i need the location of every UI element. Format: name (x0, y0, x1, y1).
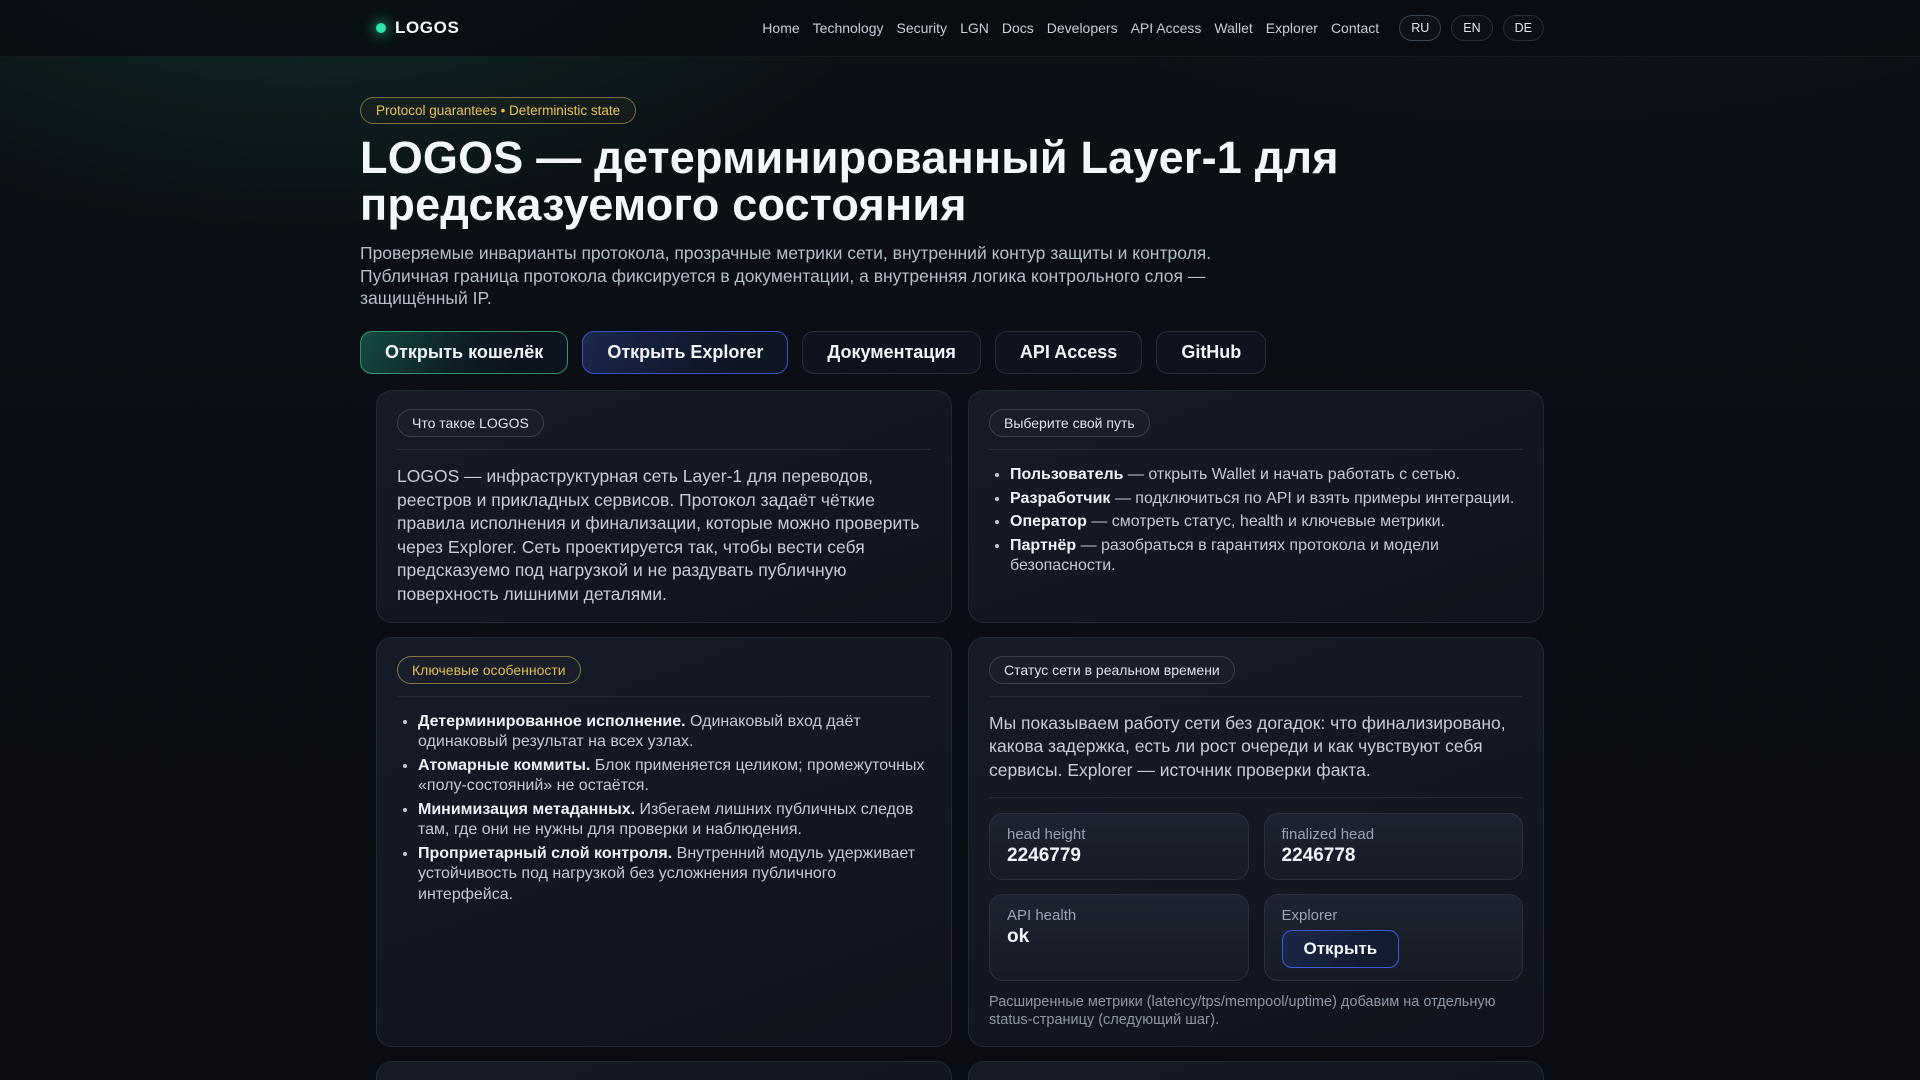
nav-link-explorer[interactable]: Explorer (1266, 20, 1318, 36)
lang-button-de[interactable]: DE (1502, 15, 1544, 41)
page-title-line-2: предсказуемого состояния (360, 178, 967, 230)
brand-name: LOGOS (395, 18, 460, 37)
list-item-term: Разработчик (1010, 489, 1111, 507)
main-content: Protocol guarantees • Deterministic stat… (360, 97, 1544, 1080)
nav-link-wallet[interactable]: Wallet (1214, 20, 1252, 36)
documentation-button[interactable]: Документация (802, 331, 981, 375)
card-status-chip: Статус сети в реальном времени (989, 655, 1235, 684)
metrics-grid: head height 2246779 finalized head 22467… (989, 813, 1523, 982)
card-about: Что такое LOGOS LOGOS — инфраструктурная… (376, 390, 952, 623)
status-footnote: Расширенные метрики (latency/tps/mempool… (989, 994, 1496, 1029)
lang-button-ru[interactable]: RU (1399, 15, 1442, 41)
metric-finalized-head: finalized head 2246778 (1263, 813, 1523, 881)
card-network-status: Статус сети в реальном времени Мы показы… (968, 636, 1544, 1047)
card-paths-chip: Выберите свой путь (989, 409, 1150, 438)
card-developers: Разработчикам (968, 1060, 1544, 1080)
card-status-text: Мы показываем работу сети без догадок: ч… (989, 712, 1506, 780)
card-features-chip: Ключевые особенности (397, 655, 581, 684)
list-item: Детерминированное исполнение. Одинаковый… (418, 712, 931, 753)
page-title: LOGOS — детерминированный Layer-1 для пр… (360, 132, 1544, 230)
metric-head-height: head height 2246779 (989, 813, 1249, 881)
nav-link-api-access[interactable]: API Access (1131, 20, 1202, 36)
metric-value: 2246778 (1281, 845, 1356, 867)
list-item-term: Пользователь (1010, 466, 1124, 484)
list-item-text: — смотреть статус, health и ключевые мет… (1086, 513, 1445, 531)
nav-link-technology[interactable]: Technology (813, 20, 884, 36)
page: { "nav": { "brand": "LOGOS", "links": ["… (0, 0, 1920, 1080)
metric-value: 2246779 (1007, 845, 1081, 867)
top-navigation-bar: LOGOS Home Technology Security LGN Docs … (0, 0, 1920, 57)
hero-section: Protocol guarantees • Deterministic stat… (360, 97, 1544, 375)
list-item-term: Минимизация метаданных. (418, 800, 636, 818)
divider (989, 695, 1523, 697)
nav-link-contact[interactable]: Contact (1331, 20, 1379, 36)
divider (989, 797, 1523, 799)
list-item-term: Атомарные коммиты. (418, 756, 591, 774)
cards-grid: Что такое LOGOS LOGOS — инфраструктурная… (376, 390, 1544, 1080)
api-access-button[interactable]: API Access (994, 331, 1143, 375)
list-item: Проприетарный слой контроля. Внутренний … (418, 844, 931, 905)
hero-actions: Открыть кошелёк Открыть Explorer Докумен… (360, 331, 1544, 375)
card-about-text: LOGOS — инфраструктурная сеть Layer-1 дл… (397, 466, 920, 604)
hero-subtitle-line-3: защищённый IP. (360, 288, 492, 309)
lang-button-en[interactable]: EN (1451, 15, 1493, 41)
open-wallet-button[interactable]: Открыть кошелёк (360, 331, 569, 375)
metric-label: API health (1007, 907, 1077, 925)
list-item: Пользователь — открыть Wallet и начать р… (1010, 465, 1523, 485)
card-security: Безопасность (376, 1060, 952, 1080)
list-item-term: Оператор (1010, 513, 1087, 531)
page-title-line-1: LOGOS — детерминированный Layer-1 для (360, 132, 1339, 183)
card-features: Ключевые особенности Детерминированное и… (376, 636, 952, 1047)
list-item-term: Детерминированное исполнение. (418, 712, 686, 730)
nav-link-home[interactable]: Home (762, 20, 799, 36)
divider (989, 449, 1523, 451)
metric-label: head height (1007, 826, 1086, 844)
hero-subtitle-line-2: Публичная граница протокола фиксируется … (360, 265, 1206, 286)
open-explorer-button[interactable]: Открыть Explorer (582, 331, 789, 375)
list-item: Минимизация метаданных. Избегаем лишних … (418, 800, 931, 841)
hero-subtitle: Проверяемые инварианты протокола, прозра… (360, 242, 1544, 311)
explorer-open-button[interactable]: Открыть (1281, 930, 1400, 969)
list-item: Атомарные коммиты. Блок применяется цели… (418, 756, 931, 797)
list-item-text: — открыть Wallet и начать работать с сет… (1123, 466, 1461, 484)
features-list: Детерминированное исполнение. Одинаковый… (397, 712, 931, 905)
list-item-term: Партнёр (1010, 536, 1077, 554)
card-about-chip: Что такое LOGOS (397, 409, 544, 438)
nav-links: Home Technology Security LGN Docs Develo… (762, 20, 1379, 36)
brand-logo[interactable]: LOGOS (376, 18, 459, 38)
list-item-term: Проприетарный слой контроля. (418, 844, 673, 862)
nav-link-docs[interactable]: Docs (1002, 20, 1034, 36)
metric-api-health: API health ok (989, 894, 1249, 982)
list-item: Разработчик — подключиться по API и взят… (1010, 489, 1523, 509)
metric-explorer: Explorer Открыть (1263, 894, 1523, 982)
github-button[interactable]: GitHub (1156, 331, 1267, 375)
paths-list: Пользователь — открыть Wallet и начать р… (989, 465, 1523, 576)
list-item: Оператор — смотреть статус, health и клю… (1010, 512, 1523, 532)
list-item-text: — подключиться по API и взять примеры ин… (1110, 489, 1515, 507)
hero-subtitle-line-1: Проверяемые инварианты протокола, прозра… (360, 242, 1212, 263)
card-paths: Выберите свой путь Пользователь — открыт… (968, 390, 1544, 623)
metric-label: finalized head (1281, 826, 1375, 844)
hero-badge: Protocol guarantees • Deterministic stat… (360, 97, 637, 124)
metric-value: ok (1007, 926, 1030, 948)
divider (397, 695, 931, 697)
nav-link-security[interactable]: Security (896, 20, 947, 36)
brand-status-dot-icon (376, 23, 386, 33)
language-switcher: RU EN DE (1399, 15, 1544, 41)
nav-link-developers[interactable]: Developers (1047, 20, 1118, 36)
divider (397, 449, 931, 451)
nav-link-lgn[interactable]: LGN (960, 20, 989, 36)
metric-label: Explorer (1281, 907, 1338, 925)
list-item: Партнёр — разобраться в гарантиях проток… (1010, 536, 1523, 577)
